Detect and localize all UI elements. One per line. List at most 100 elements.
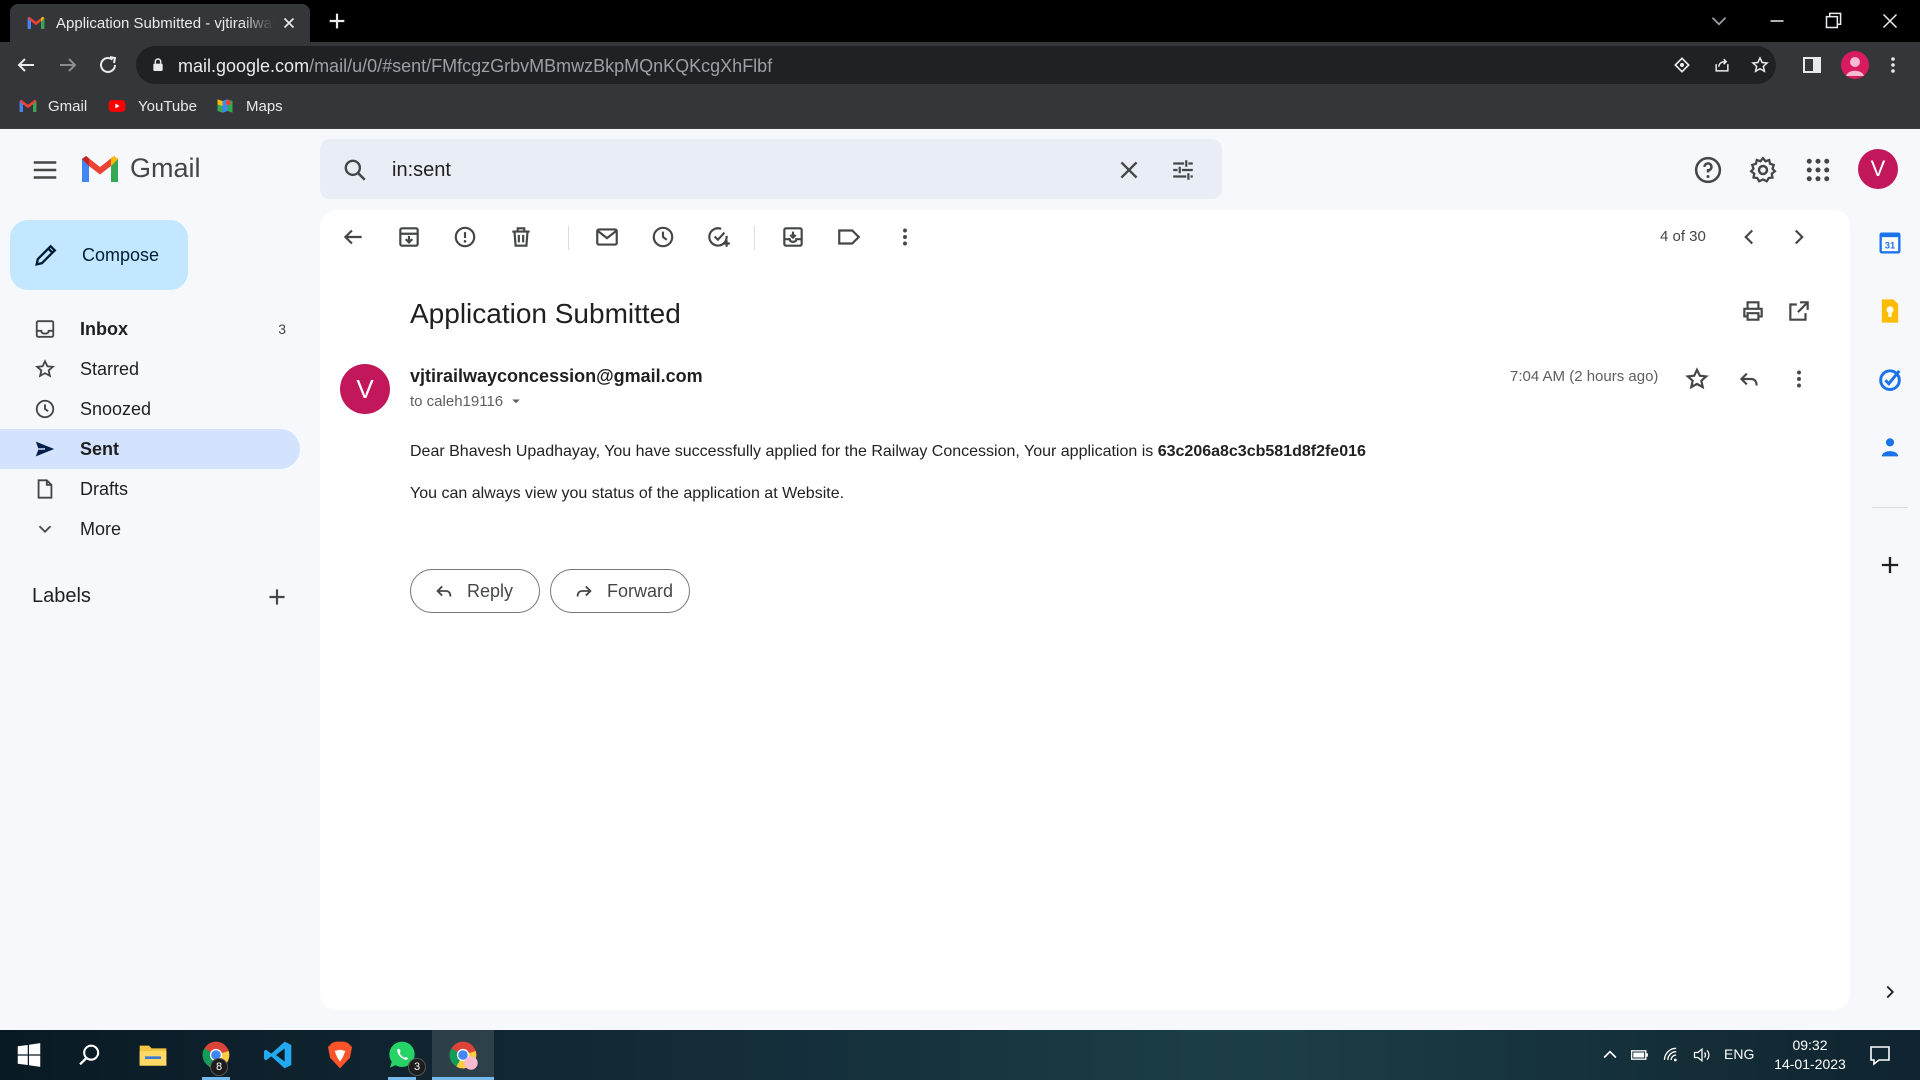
show-details-caret-icon[interactable] [507,392,525,410]
message-timestamp: 7:04 AM (2 hours ago) [1510,368,1659,385]
reply-arrow-icon[interactable] [1736,366,1762,392]
show-hidden-icons-chevron-icon[interactable] [1600,1045,1620,1065]
more-actions-icon[interactable] [892,224,918,250]
reload-icon[interactable] [96,53,120,77]
volume-icon[interactable] [1692,1045,1712,1065]
gmail-logo[interactable]: Gmail [80,153,201,184]
address-bar[interactable]: mail.google.com/mail/u/0/#sent/FMfcgzGrb… [136,46,1776,84]
inbox-icon [35,320,55,338]
lock-icon[interactable] [150,57,166,73]
add-to-tasks-icon[interactable] [706,224,732,250]
browser-tab-strip: Application Submitted - vjtirailway [0,0,1920,42]
reply-button[interactable]: Reply [410,569,540,613]
bookmark-youtube[interactable]: YouTube [106,96,197,116]
share-icon[interactable] [1712,55,1732,75]
tab-close-icon[interactable] [280,14,298,32]
bookmark-gmail[interactable]: Gmail [18,96,87,116]
compose-button[interactable]: Compose [10,220,188,290]
print-icon[interactable] [1740,298,1766,324]
wifi-icon[interactable] [1662,1045,1682,1065]
search-options-icon[interactable] [1170,157,1196,183]
side-panel-divider [1872,507,1908,508]
forward-button[interactable]: Forward [550,569,690,613]
archive-icon[interactable] [396,224,422,250]
report-spam-icon[interactable] [452,224,478,250]
star-icon [35,359,55,378]
create-label-plus-icon[interactable] [264,584,290,610]
open-new-window-icon[interactable] [1786,298,1812,324]
file-explorer-icon[interactable] [137,1039,169,1071]
gmail-logo-icon [82,155,118,182]
message-view: 4 of 30 Application Submitted V vjtirail… [320,210,1850,1010]
nav-item-inbox[interactable]: Inbox 3 [0,309,300,349]
keep-icon[interactable] [1876,297,1904,325]
vscode-icon[interactable] [262,1039,294,1071]
bookmarks-bar: Gmail YouTube Maps [0,88,1920,129]
chrome-profile-icon[interactable] [447,1039,479,1071]
help-icon[interactable] [1693,155,1723,185]
bookmark-maps[interactable]: Maps [214,96,283,116]
application-id: 63c206a8c3cb581d8f2fe016 [1157,443,1366,460]
browser-profile-avatar[interactable] [1841,51,1869,79]
show-side-panel-chevron-icon[interactable] [1879,981,1901,1003]
move-to-icon[interactable] [780,224,806,250]
message-more-icon[interactable] [1786,366,1812,392]
browser-toolbar: mail.google.com/mail/u/0/#sent/FMfcgzGrb… [0,42,1920,88]
url-text[interactable]: mail.google.com/mail/u/0/#sent/FMfcgzGrb… [178,56,772,77]
account-avatar[interactable]: V [1858,149,1898,189]
snooze-clock-icon[interactable] [650,224,676,250]
nav-item-sent[interactable]: Sent [0,429,300,469]
input-language[interactable]: ENG [1724,1046,1754,1062]
email-body-line-1: Dear Bhavesh Upadhayay, You have success… [410,443,1366,460]
nav-item-snoozed[interactable]: Snoozed [0,389,300,429]
nav-item-starred[interactable]: Starred [0,349,300,389]
clear-search-icon[interactable] [1116,157,1142,183]
delete-trash-icon[interactable] [508,224,534,250]
back-icon[interactable] [14,53,38,77]
mark-unread-mail-icon[interactable] [594,224,620,250]
windows-start-icon[interactable] [14,1040,44,1070]
battery-icon[interactable] [1630,1045,1650,1065]
new-tab-icon[interactable] [326,10,348,32]
star-message-icon[interactable] [1684,366,1710,392]
sender-email[interactable]: vjtirailwayconcession@gmail.com [410,366,703,387]
calendar-icon[interactable]: 31 [1876,229,1904,257]
label-tag-icon[interactable] [836,224,862,250]
back-to-sent-icon[interactable] [340,224,366,250]
forward-arrow-icon [576,585,592,597]
system-clock[interactable]: 09:32 14-01-2023 [1770,1036,1850,1074]
older-chevron-right-icon[interactable] [1786,224,1812,250]
minimize-icon[interactable] [1764,8,1790,34]
taskbar-search-icon[interactable] [76,1041,104,1069]
email-body-line-2: You can always view you status of the ap… [410,485,845,502]
side-panel-icon[interactable] [1800,53,1824,77]
browser-tab[interactable]: Application Submitted - vjtirailway [10,4,310,42]
search-icon[interactable] [342,157,368,183]
window-close-icon[interactable] [1877,8,1903,34]
brave-browser-icon[interactable] [324,1039,356,1071]
settings-gear-icon[interactable] [1748,155,1778,185]
newer-chevron-left-icon[interactable] [1736,224,1762,250]
sender-avatar[interactable]: V [340,364,390,414]
profile-person-icon [1846,57,1864,76]
nav-item-drafts[interactable]: Drafts [0,469,300,509]
tasks-icon[interactable] [1876,365,1904,393]
gmail-wordmark: Gmail [130,153,201,183]
tab-search-chevron-icon[interactable] [1706,8,1732,34]
forward-icon[interactable] [56,53,80,77]
restore-icon[interactable] [1820,8,1846,34]
lens-icon[interactable] [1672,55,1692,75]
pencil-icon [35,244,57,266]
nav-item-more[interactable]: More [0,509,300,549]
gmail-favicon-icon [27,16,45,29]
get-addons-plus-icon[interactable] [1876,551,1904,579]
email-subject: Application Submitted [410,298,681,329]
main-menu-icon[interactable] [30,155,60,185]
bookmark-star-icon[interactable] [1750,55,1770,75]
recipient-line[interactable]: to caleh19116 [410,392,525,410]
search-input[interactable] [390,154,1094,186]
contacts-icon[interactable] [1876,433,1904,461]
browser-menu-icon[interactable] [1881,53,1905,77]
notification-center-icon[interactable] [1868,1043,1892,1067]
apps-grid-icon[interactable] [1803,155,1833,185]
